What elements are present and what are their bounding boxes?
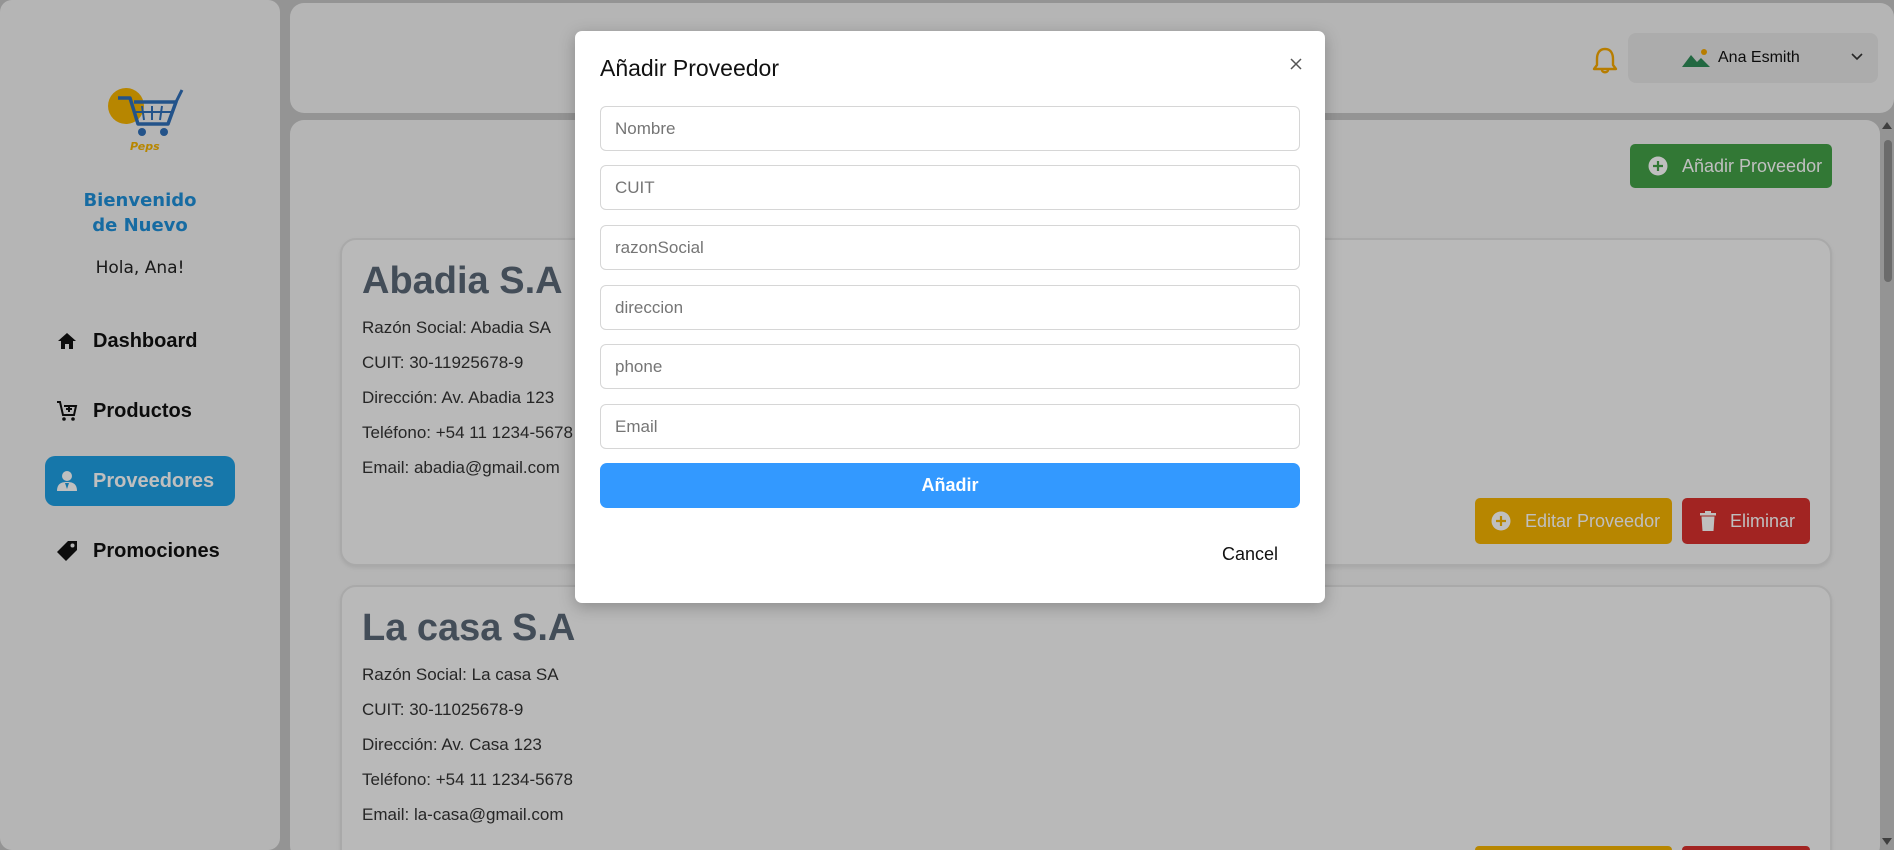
cuit-input[interactable] [600, 165, 1300, 210]
direccion-input[interactable] [600, 285, 1300, 330]
phone-input[interactable] [600, 344, 1300, 389]
email-input[interactable] [600, 404, 1300, 449]
submit-button[interactable]: Añadir [600, 463, 1300, 508]
close-icon[interactable] [1285, 53, 1307, 75]
razon-social-input[interactable] [600, 225, 1300, 270]
add-provider-modal: Añadir Proveedor Añadir Cancel [575, 31, 1325, 603]
cancel-button[interactable]: Cancel [1222, 544, 1278, 565]
modal-title: Añadir Proveedor [600, 55, 779, 81]
nombre-input[interactable] [600, 106, 1300, 151]
